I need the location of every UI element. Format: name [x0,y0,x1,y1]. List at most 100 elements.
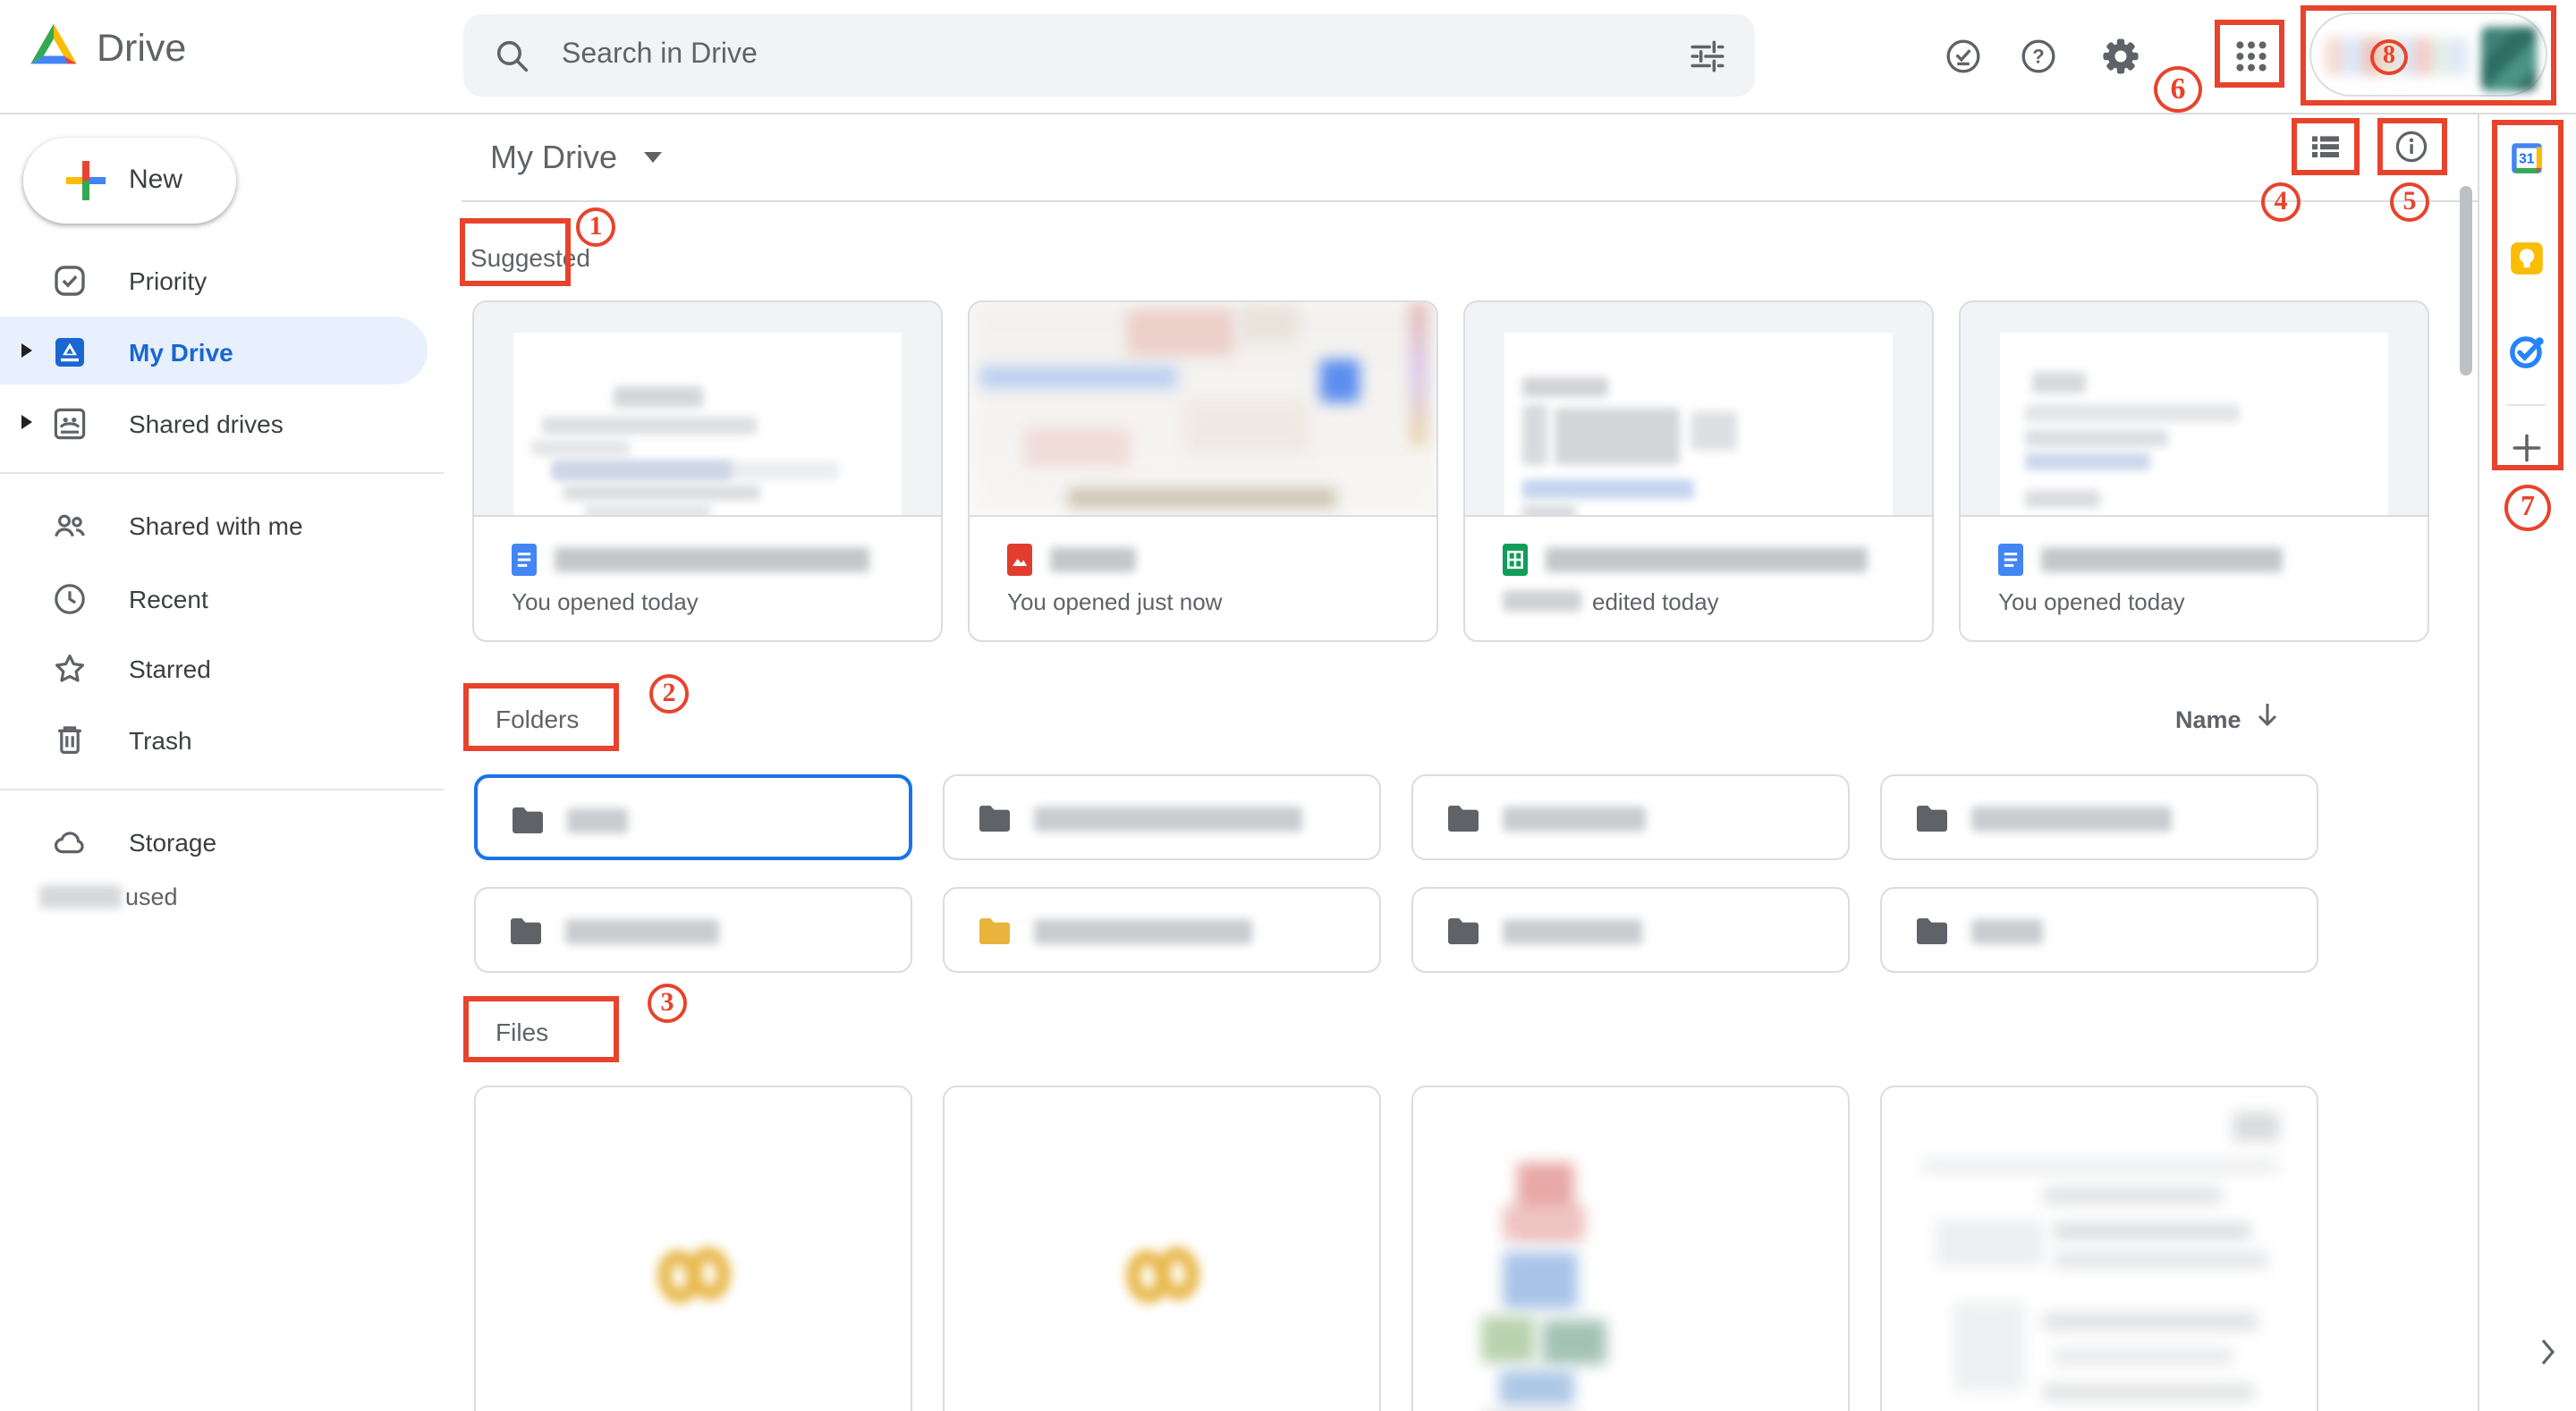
help-icon[interactable]: ? [2020,38,2057,84]
panel-divider [2506,404,2546,406]
sidebar-item-label: Shared with me [129,490,303,562]
sidebar-item-shared-with-me[interactable]: Shared with me [0,490,444,562]
drive-home-link[interactable]: Drive [29,21,186,75]
folder-icon [1445,917,1481,946]
folder-icon [508,917,544,946]
chevron-right-icon[interactable] [2540,1338,2556,1375]
sidebar-item-storage[interactable]: Storage [0,807,444,878]
redacted-file-title [1546,547,1868,572]
priority-icon [52,263,88,299]
file-card[interactable] [943,1086,1381,1411]
breadcrumb-my-drive[interactable]: My Drive [490,139,617,177]
suggested-card-sheet[interactable]: edited today [1463,300,1934,642]
chevron-down-icon[interactable] [644,152,662,163]
sidebar-divider [0,472,444,474]
file-preview [970,302,1436,517]
avatar [2481,27,2537,91]
sidebar-item-starred[interactable]: Starred [0,633,444,705]
sidebar-item-label: Starred [129,633,211,705]
folder-tile[interactable] [1880,774,2318,860]
annotation-number-4: 4 [2261,182,2301,222]
keep-icon[interactable] [2508,240,2546,277]
redacted-storage-amount [39,885,122,908]
folder-icon [977,805,1013,833]
tasks-icon[interactable] [2508,333,2546,370]
offline-status-icon[interactable] [1945,38,1982,84]
search-options-tune-icon[interactable] [1689,38,1726,84]
suggested-card-doc[interactable]: You opened today [472,300,943,642]
folder-tile[interactable] [1880,887,2318,973]
sidebar-item-priority[interactable]: Priority [0,245,444,317]
redacted-folder-name [1034,919,1252,944]
sidebar-item-label: Priority [129,245,207,317]
folder-tile[interactable] [943,774,1381,860]
folder-tile[interactable] [474,887,912,973]
file-status: You opened today [1998,587,2185,615]
redacted-folder-name [1503,919,1642,944]
annotation-number-7: 7 [2504,485,2551,531]
file-card[interactable] [1880,1086,2318,1411]
storage-cloud-icon [52,824,88,860]
redacted-person-name [1503,590,1581,612]
redacted-folder-name [1971,919,2043,944]
annotation-number-3: 3 [648,984,687,1023]
info-icon[interactable] [2394,129,2429,173]
file-preview [1961,302,2428,517]
file-card[interactable] [474,1086,912,1411]
new-button-label: New [129,138,182,224]
file-status: You opened just now [1007,587,1222,615]
expand-arrow-icon[interactable] [21,415,32,429]
sidebar-item-trash[interactable]: Trash [0,705,444,776]
new-button[interactable]: New [23,138,236,224]
sidebar-item-my-drive[interactable]: My Drive [0,317,428,384]
star-icon [52,651,88,687]
suggested-card-image[interactable]: You opened just now [968,300,1438,642]
redacted-account-name [2326,38,2469,75]
search-icon[interactable] [494,38,531,84]
redacted-folder-name [567,808,628,833]
svg-text:?: ? [2032,46,2044,68]
redacted-folder-name [1503,807,1646,832]
folder-tile[interactable] [1411,887,1850,973]
folder-icon [510,807,546,835]
file-preview [1465,302,1932,517]
top-app-bar: Drive Search in Drive ? [0,0,2576,114]
search-input[interactable]: Search in Drive [562,14,758,97]
apps-grid-icon[interactable] [2233,38,2270,84]
redacted-folder-name [1034,807,1302,832]
sidebar-item-label: Recent [129,563,208,635]
file-card[interactable] [1411,1086,1850,1411]
redacted-folder-name [1971,807,2172,832]
calendar-icon[interactable]: 31 [2508,139,2546,177]
suggested-card-doc[interactable]: You opened today [1959,300,2429,642]
folder-tile[interactable] [1411,774,1850,860]
sidebar-item-label: My Drive [129,317,233,388]
suggested-label: Suggested [470,243,590,272]
add-plus-icon[interactable] [2508,429,2546,467]
scrollbar[interactable] [2460,186,2472,376]
trash-icon [52,722,88,758]
google-sheet-icon [1503,544,1528,576]
shared-with-me-icon [52,508,88,544]
redacted-emoji-preview [654,1245,733,1305]
google-drive-window: Drive Search in Drive ? [0,0,2576,1411]
account-chip[interactable] [2309,13,2547,97]
search-bar[interactable]: Search in Drive [463,14,1755,97]
folder-tile-selected[interactable] [474,774,912,860]
storage-used-label: used [125,883,178,910]
folder-icon [1445,805,1481,833]
folder-icon [1914,917,1950,946]
list-view-icon[interactable] [2308,129,2343,173]
settings-gear-icon[interactable] [2102,38,2140,84]
google-doc-icon [1998,544,2023,576]
annotation-number-1: 1 [576,207,615,247]
sort-arrow-down-icon [2256,701,2279,737]
expand-arrow-icon[interactable] [21,343,32,358]
annotation-number-2: 2 [649,674,689,714]
sidebar-item-recent[interactable]: Recent [0,563,444,635]
shared-drives-icon [52,406,88,442]
annotation-number-5: 5 [2390,182,2429,222]
folder-tile-yellow[interactable] [943,887,1381,973]
sort-control[interactable]: Name [2175,701,2279,737]
sidebar-item-shared-drives[interactable]: Shared drives [0,388,444,460]
